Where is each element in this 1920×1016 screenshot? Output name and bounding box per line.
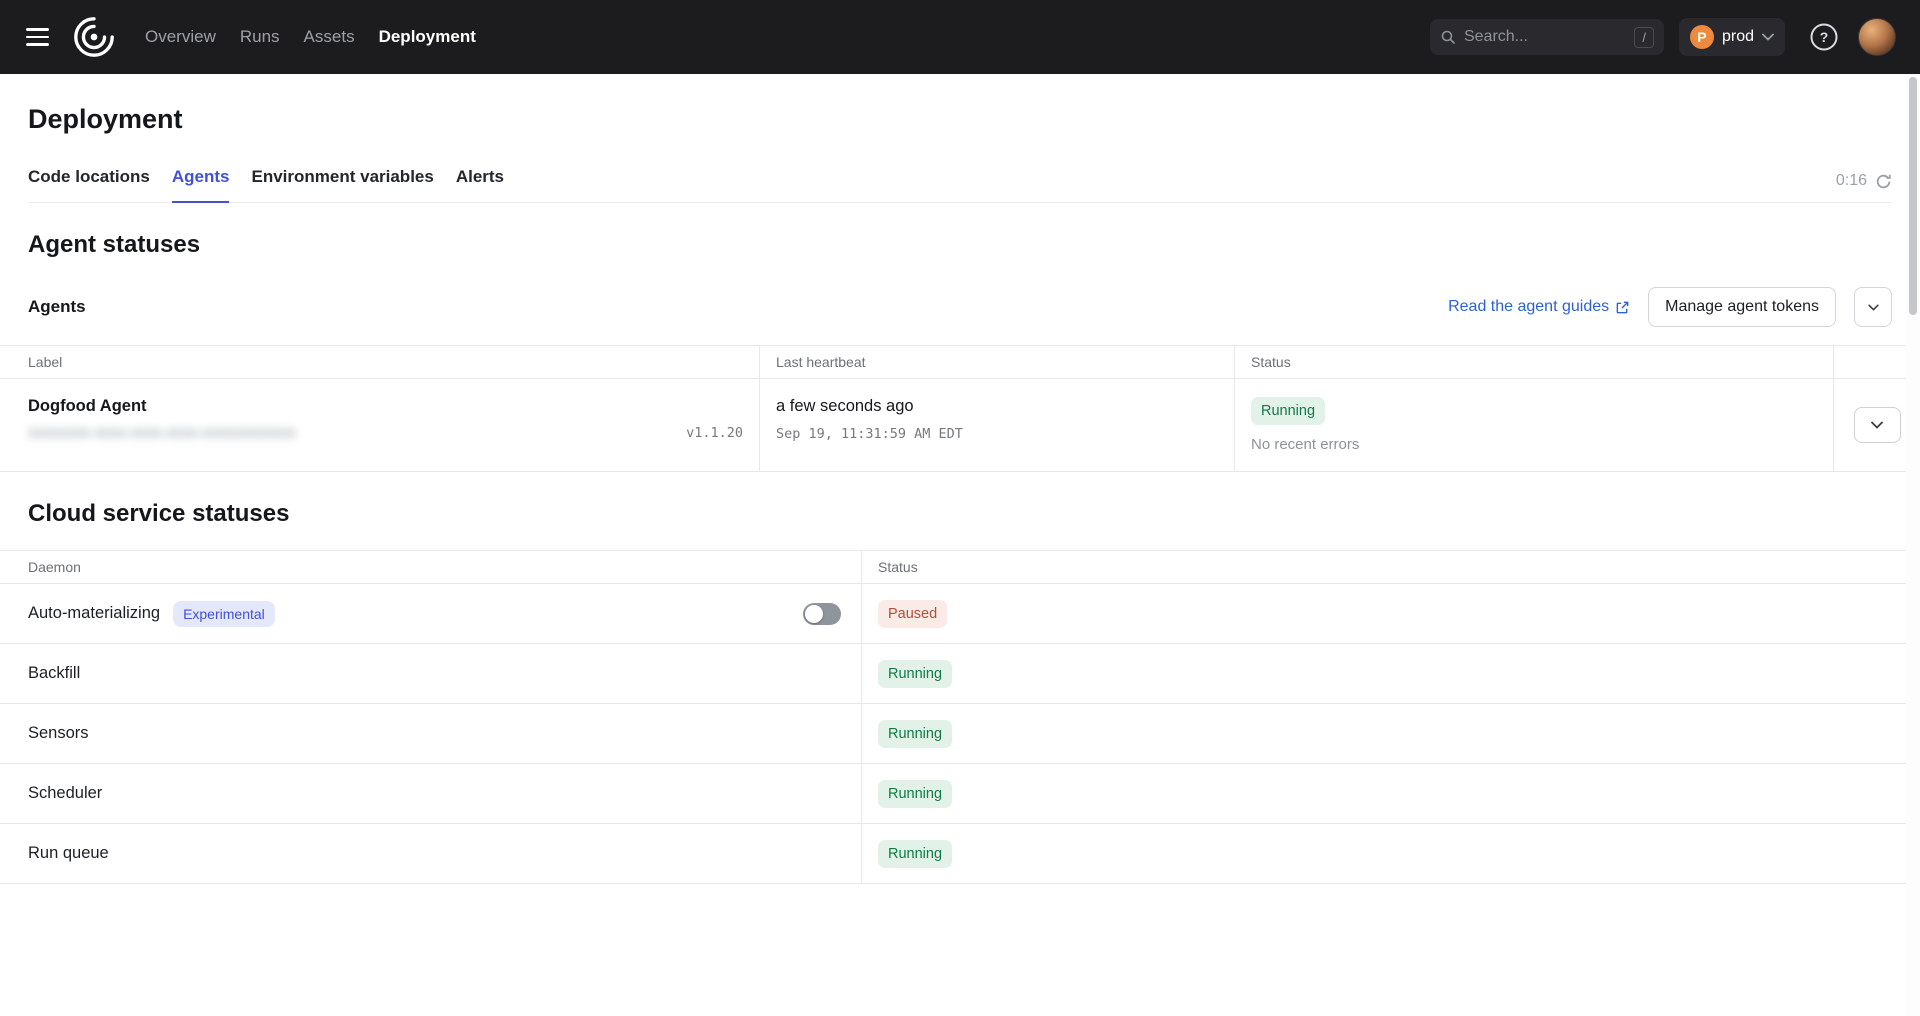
status-note: No recent errors	[1251, 436, 1817, 453]
column-header-label: Label	[0, 346, 759, 378]
scrollbar-thumb[interactable]	[1909, 77, 1917, 315]
daemon-cell: Backfill	[0, 644, 861, 703]
agent-statuses-title: Agent statuses	[28, 231, 1892, 259]
svg-text:?: ?	[1820, 29, 1829, 45]
page-title: Deployment	[28, 104, 1892, 135]
agent-label-cell: Dogfood Agent 00000000-0000-0000-0000-00…	[0, 379, 759, 471]
agents-actions: Read the agent guides Manage agent token…	[1448, 287, 1892, 327]
experimental-badge: Experimental	[173, 601, 275, 627]
agents-table-header: Label Last heartbeat Status	[0, 346, 1920, 379]
column-header-status: Status	[861, 551, 1920, 583]
daemon-label: Backfill	[28, 664, 80, 683]
deployment-name: prod	[1722, 28, 1754, 46]
daemon-label: Scheduler	[28, 784, 102, 803]
tab-agents[interactable]: Agents	[172, 159, 230, 203]
agent-heartbeat-cell: a few seconds ago Sep 19, 11:31:59 AM ED…	[759, 379, 1234, 471]
table-row-backfill: Backfill Running	[0, 644, 1920, 704]
agents-table: Label Last heartbeat Status Dogfood Agen…	[0, 345, 1920, 472]
cloud-service-statuses-section: Cloud service statuses Daemon Status Aut…	[0, 500, 1920, 884]
tabs-row: Code locations Agents Environment variab…	[28, 159, 1892, 203]
table-row-sensors: Sensors Running	[0, 704, 1920, 764]
chevron-down-icon	[1762, 33, 1774, 41]
tabs: Code locations Agents Environment variab…	[28, 159, 504, 202]
agent-table-row: Dogfood Agent 00000000-0000-0000-0000-00…	[0, 379, 1920, 472]
search-input[interactable]: /	[1430, 19, 1664, 55]
deployment-switcher[interactable]: P prod	[1679, 18, 1785, 56]
refresh-icon	[1875, 173, 1892, 190]
agent-row-expand-button[interactable]	[1854, 407, 1901, 443]
daemon-label: Run queue	[28, 844, 109, 863]
daemon-cell: Scheduler	[0, 764, 861, 823]
heartbeat-timestamp: Sep 19, 11:31:59 AM EDT	[776, 426, 1218, 442]
toggle-knob	[805, 605, 823, 623]
nav-item-assets[interactable]: Assets	[304, 27, 355, 47]
dagster-logo-icon	[71, 14, 117, 60]
deployment-initial-badge: P	[1690, 25, 1714, 49]
daemon-cell: Run queue	[0, 824, 861, 883]
dagster-logo[interactable]	[71, 14, 117, 60]
agent-name: Dogfood Agent	[28, 397, 743, 416]
agents-subtitle: Agents	[28, 297, 86, 317]
daemon-status-cell: Paused	[861, 584, 1920, 643]
cloud-service-statuses-title: Cloud service statuses	[28, 500, 1892, 528]
nav-item-deployment[interactable]: Deployment	[379, 27, 476, 47]
status-badge-running: Running	[878, 720, 952, 748]
page-header: Deployment Code locations Agents Environ…	[0, 74, 1920, 203]
status-badge-running: Running	[1251, 397, 1325, 425]
daemon-status-cell: Running	[861, 824, 1920, 883]
daemon-status-cell: Running	[861, 644, 1920, 703]
top-nav: Overview Runs Assets Deployment / P prod…	[0, 0, 1920, 74]
agent-guides-link-label: Read the agent guides	[1448, 298, 1609, 316]
daemon-status-cell: Running	[861, 704, 1920, 763]
refresh-area: 0:16	[1836, 172, 1892, 202]
daemon-label: Sensors	[28, 724, 89, 743]
search-shortcut-hint: /	[1634, 27, 1654, 48]
heartbeat-relative: a few seconds ago	[776, 397, 1218, 416]
hamburger-menu-button[interactable]	[24, 22, 51, 52]
status-badge-running: Running	[878, 660, 952, 688]
chevron-down-icon	[1868, 304, 1879, 311]
daemon-status-cell: Running	[861, 764, 1920, 823]
agent-guides-link[interactable]: Read the agent guides	[1448, 298, 1630, 316]
daemon-cell: Auto-materializing Experimental	[0, 584, 861, 643]
nav-item-runs[interactable]: Runs	[240, 27, 280, 47]
tab-environment-variables[interactable]: Environment variables	[251, 159, 433, 203]
status-badge-paused: Paused	[878, 600, 947, 628]
help-icon: ?	[1809, 22, 1839, 52]
nav-item-overview[interactable]: Overview	[145, 27, 216, 47]
help-button[interactable]: ?	[1809, 22, 1839, 52]
agent-id-redacted: 00000000-0000-0000-0000-000000000000	[28, 425, 296, 441]
status-badge-running: Running	[878, 780, 952, 808]
manage-agent-tokens-button[interactable]: Manage agent tokens	[1648, 287, 1836, 327]
hamburger-icon	[26, 28, 49, 31]
scrollbar-track[interactable]	[1906, 74, 1920, 1016]
column-header-daemon: Daemon	[0, 551, 861, 583]
table-row-scheduler: Scheduler Running	[0, 764, 1920, 824]
table-row-run-queue: Run queue Running	[0, 824, 1920, 884]
agents-subheader: Agents Read the agent guides Manage agen…	[28, 287, 1892, 327]
cloud-table-header: Daemon Status	[0, 551, 1920, 584]
auto-materializing-toggle[interactable]	[803, 603, 841, 625]
cloud-services-table: Daemon Status Auto-materializing Experim…	[0, 550, 1920, 884]
refresh-button[interactable]	[1875, 173, 1892, 190]
user-avatar[interactable]	[1858, 18, 1896, 56]
status-badge-running: Running	[878, 840, 952, 868]
agent-version: v1.1.20	[686, 425, 743, 441]
search-field[interactable]	[1464, 28, 1594, 46]
column-header-status: Status	[1234, 346, 1833, 378]
column-header-last-heartbeat: Last heartbeat	[759, 346, 1234, 378]
agent-status-cell: Running No recent errors	[1234, 379, 1833, 471]
primary-nav: Overview Runs Assets Deployment	[145, 27, 476, 47]
refresh-timer: 0:16	[1836, 172, 1867, 190]
table-row-auto-materializing: Auto-materializing Experimental Paused	[0, 584, 1920, 644]
tab-code-locations[interactable]: Code locations	[28, 159, 150, 203]
external-link-icon	[1615, 300, 1630, 315]
daemon-label: Auto-materializing	[28, 604, 160, 623]
agent-statuses-section: Agent statuses Agents Read the agent gui…	[0, 231, 1920, 472]
agent-options-button[interactable]	[1854, 287, 1892, 327]
search-icon	[1440, 29, 1456, 45]
daemon-cell: Sensors	[0, 704, 861, 763]
chevron-down-icon	[1871, 421, 1883, 429]
tab-alerts[interactable]: Alerts	[456, 159, 504, 203]
